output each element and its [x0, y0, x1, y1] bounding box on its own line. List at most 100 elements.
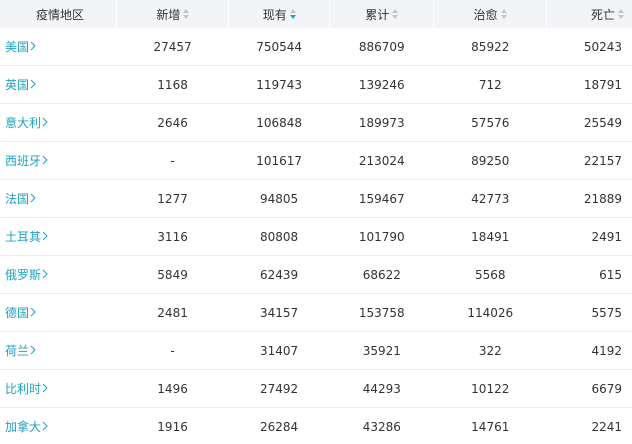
new-cases-cell: 1496: [157, 381, 188, 396]
header-deaths-label: 死亡: [590, 7, 615, 22]
new-cases-cell: 1168: [157, 77, 188, 92]
region-link[interactable]: 荷兰: [5, 342, 36, 359]
total-cases-cell: 35921: [362, 343, 401, 358]
table-row: 西班牙 - 101617 213024 89250 22157: [0, 142, 632, 180]
header-deaths[interactable]: 死亡: [547, 0, 632, 28]
sort-icon[interactable]: [183, 9, 190, 19]
region-link[interactable]: 土耳其: [5, 228, 48, 245]
table-row: 荷兰 - 31407 35921 322 4192: [0, 332, 632, 370]
region-cell[interactable]: 德国: [0, 294, 116, 331]
table-row: 英国 1168 119743 139246 712 18791: [0, 66, 632, 104]
new-cases-cell: 1277: [157, 191, 188, 206]
new-cases-cell: 1916: [157, 419, 188, 434]
cured-cell: 14761: [471, 419, 510, 434]
table-row: 比利时 1496 27492 44293 10122 6679: [0, 370, 632, 408]
region-link[interactable]: 西班牙: [5, 152, 48, 169]
deaths-cell: 4192: [591, 343, 622, 358]
header-cured-label: 治愈: [473, 7, 498, 22]
deaths-cell: 25549: [583, 115, 622, 130]
cured-cell: 10122: [471, 381, 510, 396]
deaths-cell: 6679: [591, 381, 622, 396]
region-link[interactable]: 英国: [5, 76, 36, 93]
header-new[interactable]: 新增: [117, 0, 230, 28]
current-cases-cell: 106848: [256, 115, 303, 130]
table-row: 加拿大 1916 26284 43286 14761 2241: [0, 408, 632, 444]
cured-cell: 322: [478, 343, 502, 358]
total-cases-cell: 189973: [358, 115, 405, 130]
region-link[interactable]: 俄罗斯: [5, 266, 48, 283]
deaths-cell: 50243: [583, 39, 622, 54]
header-total[interactable]: 累计: [330, 0, 435, 28]
deaths-cell: 18791: [583, 77, 622, 92]
chevron-right-icon: [30, 344, 36, 358]
chevron-right-icon: [42, 382, 48, 396]
chevron-right-icon: [30, 78, 36, 92]
region-name: 法国: [5, 192, 30, 206]
total-cases-cell: 44293: [362, 381, 401, 396]
current-cases-cell: 119743: [256, 77, 303, 92]
region-cell[interactable]: 比利时: [0, 370, 116, 407]
region-name: 西班牙: [5, 154, 42, 168]
region-name: 意大利: [5, 116, 42, 130]
table-row: 土耳其 3116 80808 101790 18491 2491: [0, 218, 632, 256]
chevron-right-icon: [42, 420, 48, 434]
cured-cell: 42773: [471, 191, 510, 206]
cured-cell: 57576: [471, 115, 510, 130]
deaths-cell: 2491: [591, 229, 622, 244]
total-cases-cell: 213024: [358, 153, 405, 168]
deaths-cell: 5575: [591, 305, 622, 320]
cured-cell: 5568: [475, 267, 506, 282]
total-cases-cell: 153758: [358, 305, 405, 320]
chevron-right-icon: [42, 268, 48, 282]
region-cell[interactable]: 美国: [0, 28, 116, 65]
sort-icon[interactable]: [618, 9, 624, 19]
table-row: 意大利 2646 106848 189973 57576 25549: [0, 104, 632, 142]
current-cases-cell: 27492: [260, 381, 299, 396]
region-link[interactable]: 意大利: [5, 114, 48, 131]
chevron-right-icon: [42, 154, 48, 168]
table-row: 德国 2481 34157 153758 114026 5575: [0, 294, 632, 332]
total-cases-cell: 139246: [358, 77, 405, 92]
sort-icon[interactable]: [392, 9, 399, 19]
current-cases-cell: 34157: [260, 305, 299, 320]
region-cell[interactable]: 加拿大: [0, 408, 116, 444]
total-cases-cell: 68622: [362, 267, 401, 282]
new-cases-cell: 27457: [153, 39, 192, 54]
sort-icon[interactable]: [500, 9, 507, 19]
region-link[interactable]: 美国: [5, 38, 36, 55]
current-cases-cell: 750544: [256, 39, 303, 54]
region-name: 俄罗斯: [5, 268, 42, 282]
region-link[interactable]: 德国: [5, 304, 36, 321]
new-cases-cell: 2481: [157, 305, 188, 320]
region-link[interactable]: 法国: [5, 190, 36, 207]
current-cases-cell: 31407: [260, 343, 299, 358]
region-cell[interactable]: 西班牙: [0, 142, 116, 179]
region-link[interactable]: 加拿大: [5, 418, 48, 435]
header-current-label: 现有: [262, 7, 287, 22]
chevron-right-icon: [42, 116, 48, 130]
region-cell[interactable]: 英国: [0, 66, 116, 103]
table-row: 美国 27457 750544 886709 85922 50243: [0, 28, 632, 66]
region-link[interactable]: 比利时: [5, 380, 48, 397]
deaths-cell: 21889: [583, 191, 622, 206]
new-cases-cell: 3116: [157, 229, 188, 244]
region-cell[interactable]: 俄罗斯: [0, 256, 116, 293]
cured-cell: 85922: [471, 39, 510, 54]
region-name: 加拿大: [5, 420, 42, 434]
region-cell[interactable]: 意大利: [0, 104, 116, 141]
region-cell[interactable]: 法国: [0, 180, 116, 217]
new-cases-cell: -: [170, 153, 175, 168]
sort-icon-active[interactable]: [289, 9, 296, 19]
total-cases-cell: 43286: [362, 419, 401, 434]
region-cell[interactable]: 土耳其: [0, 218, 116, 255]
header-total-label: 累计: [365, 7, 390, 22]
region-cell[interactable]: 荷兰: [0, 332, 116, 369]
header-cured[interactable]: 治愈: [434, 0, 547, 28]
region-name: 德国: [5, 306, 30, 320]
table-row: 法国 1277 94805 159467 42773 21889: [0, 180, 632, 218]
chevron-right-icon: [30, 40, 36, 54]
epidemic-table: 疫情地区 新增 现有 累计 治愈 死亡 美国 27457 750544 8867…: [0, 0, 632, 444]
header-current[interactable]: 现有: [229, 0, 331, 28]
cured-cell: 712: [478, 77, 502, 92]
new-cases-cell: 5849: [157, 267, 188, 282]
